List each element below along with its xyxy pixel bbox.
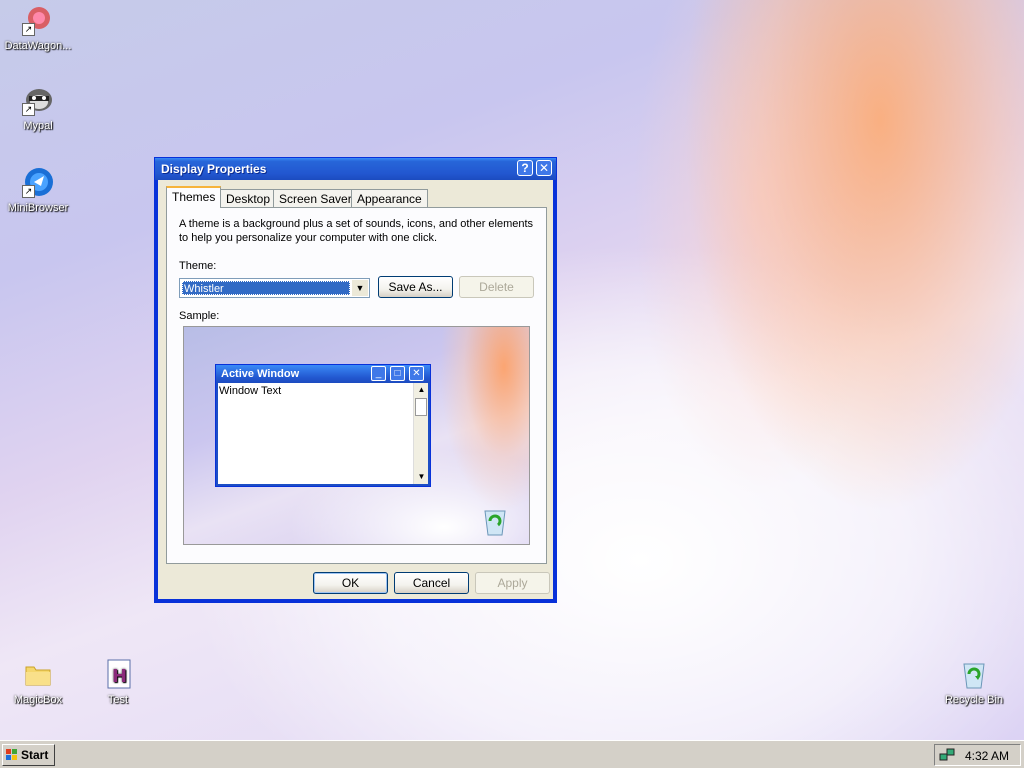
- tab-appearance[interactable]: Appearance: [351, 189, 428, 207]
- theme-label: Theme:: [179, 260, 217, 272]
- datawagon-icon: ↗: [22, 4, 54, 36]
- dialog-title: Display Properties: [161, 162, 267, 176]
- sample-window-body: Window Text ▲ ▼: [218, 383, 428, 484]
- dialog-titlebar[interactable]: Display Properties ? ✕: [155, 158, 556, 180]
- theme-dropdown[interactable]: Whistler ▼: [179, 278, 370, 298]
- clock[interactable]: 4:32 AM: [965, 749, 1009, 763]
- desktop-icon-magicbox[interactable]: MagicBox: [0, 658, 76, 706]
- themes-tab-panel: A theme is a background plus a set of so…: [166, 207, 547, 564]
- close-button[interactable]: ✕: [536, 160, 552, 176]
- system-tray: 4:32 AM: [934, 744, 1021, 766]
- tab-screen-saver[interactable]: Screen Saver: [273, 189, 358, 207]
- maximize-icon: □: [390, 366, 405, 381]
- description-line-2: to help you personalize your computer wi…: [179, 232, 438, 244]
- cancel-button[interactable]: Cancel: [394, 572, 469, 594]
- display-properties-dialog: Display Properties ? ✕ Themes Desktop Sc…: [154, 157, 557, 603]
- close-icon: ✕: [538, 161, 550, 175]
- sample-window-title: Active Window: [221, 368, 300, 380]
- theme-sample-preview: Active Window _ □ ✕ Window Text ▲ ▼: [183, 326, 530, 545]
- desktop-icon-minibrowser[interactable]: ↗ MiniBrowser: [0, 166, 76, 214]
- minimize-icon: _: [371, 366, 386, 381]
- windows-logo-icon: [6, 749, 17, 760]
- description-line-1: A theme is a background plus a set of so…: [179, 218, 534, 230]
- sample-label: Sample:: [179, 310, 220, 322]
- scroll-thumb: [415, 398, 427, 416]
- scroll-up-icon: ▲: [417, 385, 426, 394]
- start-button[interactable]: Start: [2, 744, 55, 766]
- apply-button[interactable]: Apply: [475, 572, 550, 594]
- sample-window-text: Window Text: [219, 385, 282, 397]
- tab-desktop[interactable]: Desktop: [220, 189, 277, 207]
- folder-icon: [22, 658, 54, 690]
- save-as-button[interactable]: Save As...: [378, 276, 453, 298]
- desktop-icon-recycle-bin[interactable]: Recycle Bin: [936, 658, 1012, 706]
- theme-selected-value: Whistler: [182, 281, 350, 295]
- delete-button[interactable]: Delete: [459, 276, 534, 298]
- desktop-icon-label: MagicBox: [13, 694, 63, 706]
- desktop-icon-label: DataWagon...: [4, 40, 72, 52]
- minibrowser-globe-icon: ↗: [22, 166, 54, 198]
- sample-recycle-bin-icon: [481, 507, 509, 540]
- svg-text:H: H: [112, 666, 127, 687]
- dialog-body: Themes Desktop Screen Saver Appearance A…: [158, 180, 553, 599]
- recycle-bin-icon: [958, 658, 990, 690]
- h-document-icon: H: [102, 658, 134, 690]
- desktop-icon-label: Recycle Bin: [944, 694, 1004, 706]
- start-label: Start: [21, 748, 49, 762]
- ok-button[interactable]: OK: [313, 572, 388, 594]
- network-icon[interactable]: [939, 748, 955, 762]
- help-icon: ?: [521, 161, 529, 175]
- desktop-icon-label: Mypal: [23, 120, 53, 132]
- mypal-raccoon-icon: ↗: [22, 84, 54, 116]
- taskbar: Start 4:32 AM: [0, 740, 1024, 768]
- desktop-icon-test[interactable]: H Test: [80, 658, 156, 706]
- close-icon: ✕: [409, 366, 424, 381]
- desktop-icon-label: Test: [107, 694, 129, 706]
- desktop-icon-datawagon[interactable]: ↗ DataWagon...: [0, 4, 76, 52]
- sample-window-titlebar: Active Window _ □ ✕: [216, 365, 430, 383]
- sample-active-window: Active Window _ □ ✕ Window Text ▲ ▼: [215, 364, 431, 487]
- desktop-icon-label: MiniBrowser: [7, 202, 69, 214]
- help-button[interactable]: ?: [517, 160, 533, 176]
- dropdown-arrow-icon[interactable]: ▼: [352, 280, 368, 296]
- scroll-down-icon: ▼: [417, 472, 426, 481]
- sample-scrollbar: ▲ ▼: [413, 383, 428, 484]
- desktop: ↗ DataWagon... ↗ Mypal ↗ MiniBrowser Mag…: [0, 0, 1024, 740]
- desktop-icon-mypal[interactable]: ↗ Mypal: [0, 84, 76, 132]
- tab-themes[interactable]: Themes: [166, 186, 222, 208]
